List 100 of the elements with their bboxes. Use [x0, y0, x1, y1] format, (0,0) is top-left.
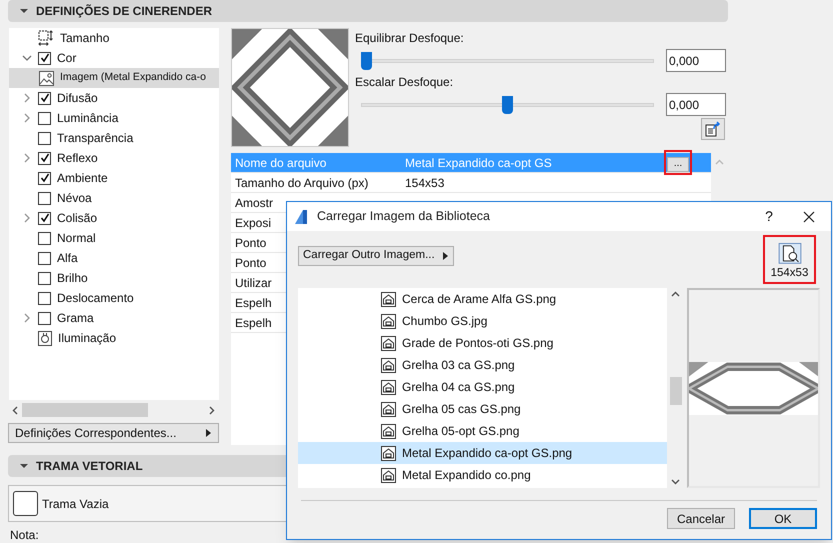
image-file-icon	[381, 446, 396, 460]
chevron-right-icon[interactable]	[22, 113, 32, 123]
checkbox[interactable]	[38, 92, 51, 104]
tree-item[interactable]: Colisão	[9, 208, 219, 228]
hatch-label: Trama Vazia	[42, 496, 109, 512]
checkbox[interactable]	[38, 52, 51, 64]
property-name: Ponto	[235, 236, 266, 250]
image-file-icon	[381, 314, 396, 328]
property-row[interactable]: Nome do arquivo Metal Expandido ca-opt GS ...	[231, 153, 711, 173]
tree-item[interactable]: Difusão	[9, 88, 219, 108]
help-button[interactable]: ?	[757, 204, 781, 228]
tree-item[interactable]: Iluminação	[9, 328, 219, 348]
browse-button[interactable]: ...	[667, 156, 689, 172]
checkbox[interactable]	[38, 132, 51, 144]
checkbox[interactable]	[38, 112, 51, 124]
triangle-right-icon	[443, 252, 449, 260]
dropdown-button[interactable]: Definições Correspondentes...	[8, 423, 219, 443]
scroll-right-icon[interactable]	[209, 406, 215, 414]
property-row[interactable]: Tamanho do Arquivo (px) 154x53	[231, 173, 711, 193]
checkbox[interactable]	[38, 212, 51, 224]
property-name: Ponto	[235, 256, 266, 270]
file-item[interactable]: Grade de Pontos-oti GS.png	[298, 332, 667, 354]
property-name: Tamanho do Arquivo (px)	[235, 176, 368, 190]
note-label: Nota:	[10, 527, 40, 543]
scrollbar-thumb[interactable]	[670, 377, 682, 405]
slider-thumb[interactable]	[502, 96, 513, 114]
file-item[interactable]: Grelha 05-opt GS.png	[298, 420, 667, 442]
checkbox[interactable]	[38, 152, 51, 164]
checkbox[interactable]	[38, 292, 51, 304]
image-file-icon	[381, 468, 396, 482]
triangle-down-icon	[20, 7, 28, 15]
value-field[interactable]: 0,000	[666, 93, 726, 116]
tree-item[interactable]: Alfa	[9, 248, 219, 268]
property-name: Espelh	[235, 296, 272, 310]
checkbox[interactable]	[38, 172, 51, 184]
image-file-icon	[381, 424, 396, 438]
image-file-icon	[381, 336, 396, 350]
chevron-right-icon[interactable]	[22, 213, 32, 223]
app-logo-icon	[293, 208, 309, 224]
slider-label: Equilibrar Desfoque:	[355, 30, 465, 47]
document-arrow-icon	[705, 121, 721, 137]
tree-item[interactable]: Imagem (Metal Expandido ca-o	[9, 68, 219, 88]
tree-item[interactable]: Grama	[9, 308, 219, 328]
image-file-icon	[381, 402, 396, 416]
slider-thumb[interactable]	[361, 52, 372, 70]
image-icon	[39, 70, 54, 86]
file-item[interactable]: Grelha 03 ca GS.png	[298, 354, 667, 376]
tree-item[interactable]: Transparência	[9, 128, 219, 148]
dialog-button[interactable]: Cancelar	[667, 508, 735, 529]
checkbox[interactable]	[38, 192, 51, 204]
property-name: Utilizar	[235, 276, 272, 290]
tree-item[interactable]: Normal	[9, 228, 219, 248]
close-icon	[803, 210, 815, 222]
tree-item[interactable]: Tamanho	[9, 28, 219, 48]
hatch-swatch	[13, 491, 38, 516]
property-value: Metal Expandido ca-opt GS	[405, 154, 553, 172]
property-name: Amostr	[235, 196, 274, 210]
image-size: 154x53	[770, 266, 808, 281]
slider-track[interactable]	[361, 52, 654, 70]
tree-item[interactable]: Luminância	[9, 108, 219, 128]
load-image-button[interactable]: Carregar Outro Imagem...	[298, 246, 454, 266]
dialog-button[interactable]: OK	[749, 508, 817, 529]
tree-item[interactable]: Brilho	[9, 268, 219, 288]
file-item[interactable]: Chumbo GS.jpg	[298, 310, 667, 332]
file-item[interactable]: Grelha 05 cas GS.png	[298, 398, 667, 420]
scrollbar-thumb[interactable]	[22, 403, 148, 417]
checkbox[interactable]	[38, 312, 51, 324]
property-name: Nome do arquivo	[235, 156, 326, 170]
chevron-right-icon[interactable]	[22, 153, 32, 163]
file-item[interactable]: Cerca de Arame Alfa GS.png	[298, 288, 667, 310]
slider-track[interactable]	[361, 96, 654, 114]
chevron-down-icon[interactable]	[22, 53, 32, 63]
checkbox[interactable]	[38, 272, 51, 284]
scroll-down-icon[interactable]	[671, 479, 680, 485]
image-file-icon	[381, 292, 396, 306]
property-name: Exposi	[235, 216, 272, 230]
checkbox[interactable]	[38, 232, 51, 244]
file-item[interactable]: Metal Expandido co.png	[298, 464, 667, 486]
scroll-left-icon[interactable]	[12, 406, 18, 414]
chevron-right-icon[interactable]	[22, 93, 32, 103]
file-item[interactable]: Grelha 04 ca GS.png	[298, 376, 667, 398]
tree-item[interactable]: Deslocamento	[9, 288, 219, 308]
tree-item[interactable]: Ambiente	[9, 168, 219, 188]
bulb-icon	[38, 330, 52, 346]
tree-item[interactable]: Cor	[9, 48, 219, 68]
scroll-up-icon[interactable]	[671, 291, 680, 297]
resize-icon	[38, 30, 54, 46]
tree-item[interactable]: Névoa	[9, 188, 219, 208]
section-title: TRAMA VETORIAL	[36, 458, 143, 475]
tree-item[interactable]: Reflexo	[9, 148, 219, 168]
image-info[interactable]: 154x53	[763, 235, 816, 284]
file-item[interactable]: Metal Expandido ca-opt GS.png	[298, 442, 667, 464]
image-file-icon	[381, 380, 396, 394]
section-header[interactable]: DEFINIÇÕES DE CINERENDER	[8, 0, 728, 22]
value-field[interactable]: 0,000	[666, 49, 726, 72]
checkbox[interactable]	[38, 252, 51, 264]
section-title: DEFINIÇÕES DE CINERENDER	[36, 3, 212, 20]
chevron-right-icon[interactable]	[22, 313, 32, 323]
property-name: Espelh	[235, 316, 272, 330]
export-button[interactable]	[701, 118, 725, 140]
